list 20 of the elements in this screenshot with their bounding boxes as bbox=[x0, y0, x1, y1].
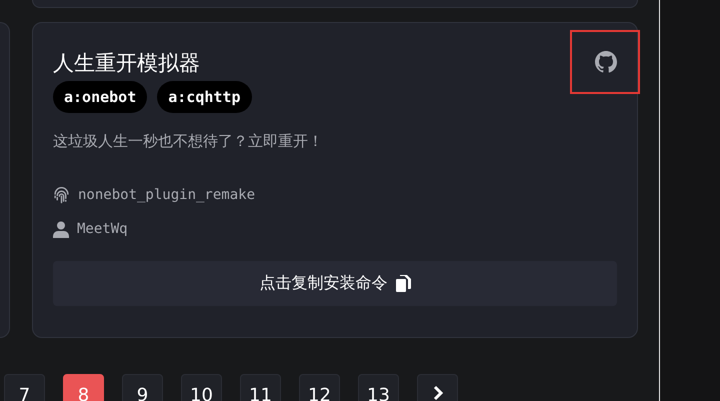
page-button[interactable]: 9 bbox=[122, 374, 163, 401]
plugin-description: 这垃圾人生一秒也不想待了？立即重开！ bbox=[53, 131, 324, 152]
author-name: MeetWq bbox=[77, 221, 128, 237]
chevron-right-icon bbox=[432, 385, 442, 401]
page-button[interactable]: 10 bbox=[181, 374, 222, 401]
page-button[interactable]: 7 bbox=[4, 374, 45, 401]
copy-install-button[interactable]: 点击复制安装命令 bbox=[53, 261, 617, 306]
github-icon[interactable] bbox=[595, 51, 617, 73]
page-button[interactable]: 12 bbox=[299, 374, 340, 401]
tag: a:onebot bbox=[53, 81, 148, 113]
page-button[interactable]: 8 bbox=[63, 374, 104, 401]
module-name: nonebot_plugin_remake bbox=[78, 187, 256, 203]
highlight-frame bbox=[570, 30, 640, 94]
tag: a:cqhttp bbox=[157, 81, 252, 113]
plugin-title: 人生重开模拟器 bbox=[53, 50, 200, 77]
page-button[interactable]: 13 bbox=[358, 374, 399, 401]
page-button[interactable]: 11 bbox=[240, 374, 281, 401]
copy-icon bbox=[396, 275, 410, 292]
fingerprint-icon bbox=[53, 186, 70, 204]
user-icon bbox=[53, 220, 69, 238]
